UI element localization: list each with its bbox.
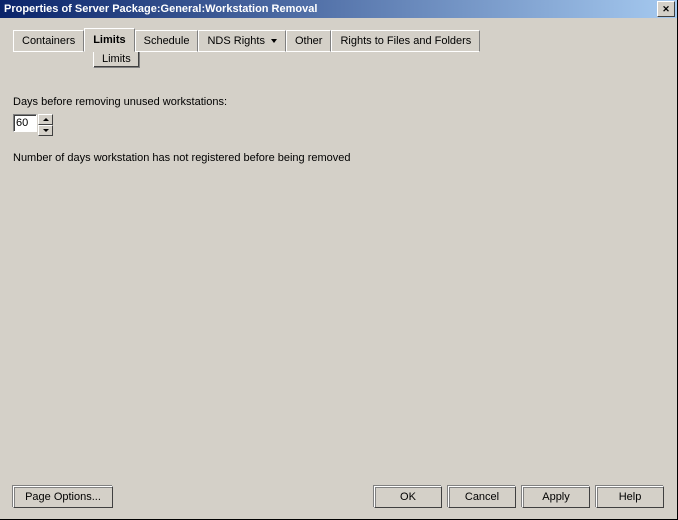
tab-label: Containers — [22, 35, 75, 47]
tab-label: Schedule — [144, 35, 190, 47]
spin-down-button[interactable] — [38, 125, 53, 136]
tab-nds-rights[interactable]: NDS Rights — [198, 30, 285, 52]
chevron-up-icon — [43, 118, 49, 121]
tab-containers[interactable]: Containers — [13, 30, 84, 52]
spin-up-button[interactable] — [38, 114, 53, 125]
subtab-label: Limits — [102, 53, 131, 65]
bottom-bar: Page Options... OK Cancel Apply Help — [13, 486, 664, 508]
button-label: Cancel — [465, 491, 499, 503]
tab-other[interactable]: Other — [286, 30, 332, 52]
main-panel: Days before removing unused workstations… — [13, 78, 664, 478]
subtab-limits[interactable]: Limits — [93, 51, 140, 68]
days-spinner — [13, 114, 53, 136]
properties-window: Properties of Server Package:General:Wor… — [0, 0, 678, 520]
button-label: Page Options... — [25, 491, 101, 503]
close-icon: ✕ — [662, 4, 670, 15]
days-label: Days before removing unused workstations… — [13, 96, 664, 108]
chevron-down-icon — [43, 129, 49, 132]
help-button[interactable]: Help — [596, 486, 664, 508]
tab-label: Limits — [93, 34, 125, 46]
tab-limits[interactable]: Limits — [84, 28, 134, 52]
tab-rights-files-folders[interactable]: Rights to Files and Folders — [331, 30, 480, 52]
tab-label: Rights to Files and Folders — [340, 35, 471, 47]
tab-label: NDS Rights — [207, 35, 264, 47]
days-description: Number of days workstation has not regis… — [13, 152, 664, 164]
chevron-down-icon — [271, 39, 277, 43]
spin-buttons — [38, 114, 53, 136]
ok-button[interactable]: OK — [374, 486, 442, 508]
button-label: Help — [619, 491, 642, 503]
tab-schedule[interactable]: Schedule — [135, 30, 199, 52]
button-label: Apply — [542, 491, 570, 503]
tab-row: Containers Limits Schedule NDS Rights Ot… — [13, 30, 674, 52]
button-label: OK — [400, 491, 416, 503]
left-buttons: Page Options... — [13, 486, 113, 508]
client-area: Containers Limits Schedule NDS Rights Ot… — [3, 18, 674, 516]
titlebar: Properties of Server Package:General:Wor… — [0, 0, 677, 18]
apply-button[interactable]: Apply — [522, 486, 590, 508]
tab-label: Other — [295, 35, 323, 47]
right-buttons: OK Cancel Apply Help — [374, 486, 664, 508]
days-input[interactable] — [13, 114, 37, 132]
window-title: Properties of Server Package:General:Wor… — [2, 3, 317, 15]
close-button[interactable]: ✕ — [657, 1, 675, 17]
page-options-button[interactable]: Page Options... — [13, 486, 113, 508]
cancel-button[interactable]: Cancel — [448, 486, 516, 508]
subtab-row: Limits — [93, 51, 674, 68]
